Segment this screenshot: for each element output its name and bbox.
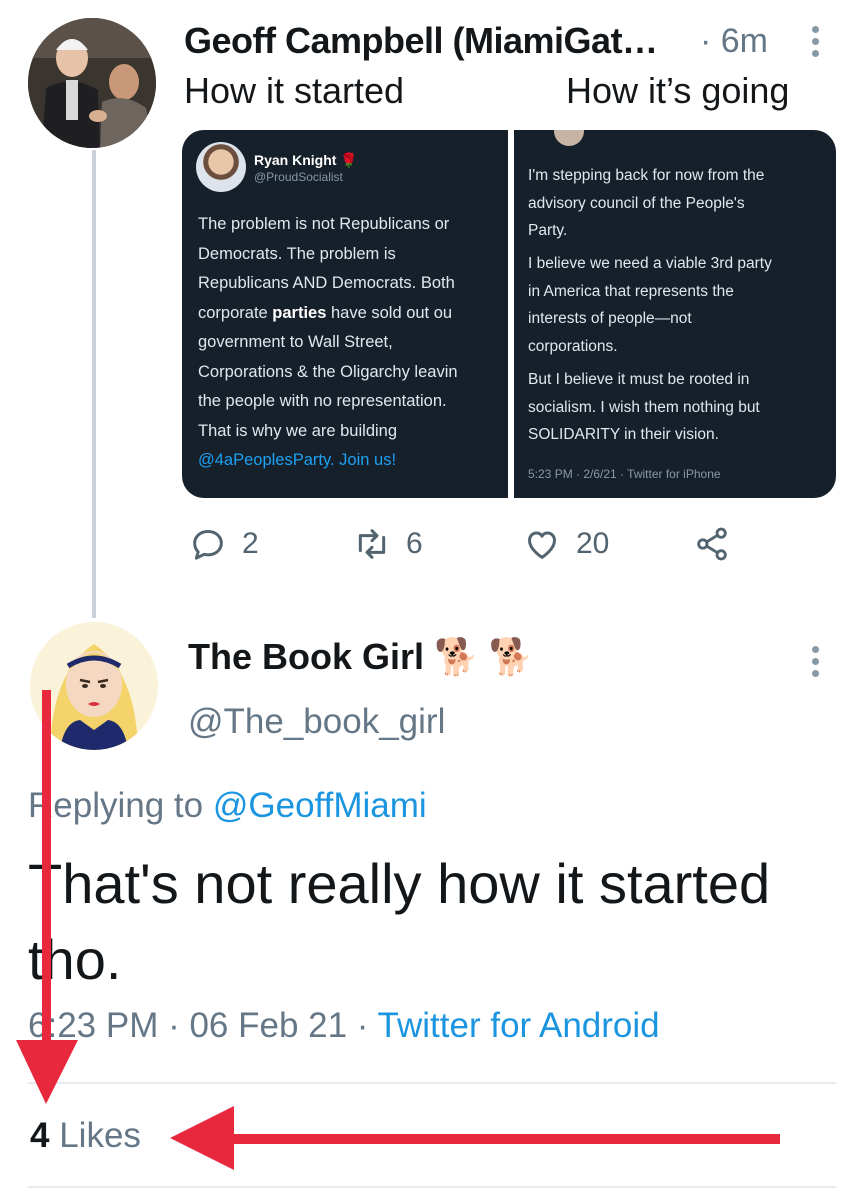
share-icon [697,527,727,561]
retweet-icon [358,529,386,559]
like-button[interactable]: 20 [522,524,609,564]
embedded-mention-link: @4aPeoplesParty. Join us! [198,451,397,469]
avatar[interactable] [28,18,156,148]
reply-icon [193,530,223,560]
embedded-avatar-cropped [554,130,584,146]
tweet-meta: 6:23 PM · 06 Feb 21 · Twitter for Androi… [28,1006,660,1046]
embedded-author-handle: @ProudSocialist [254,170,343,184]
embedded-avatar [196,142,246,192]
retweet-count: 6 [406,527,423,560]
embedded-text-para3: But I believe it must be rooted in socia… [528,371,760,443]
tweet-source-link[interactable]: Twitter for Android [378,1006,660,1045]
arrow-left-shaft [230,1134,780,1144]
embedded-text-para2: I believe we need a viable 3rd party in … [528,255,772,355]
divider [28,1082,836,1084]
thread-connector [92,150,96,618]
likes-label: Likes [59,1116,141,1155]
embedded-text-para1: I'm stepping back for now from the advis… [528,167,765,239]
likes-stat[interactable]: 4 Likes [30,1116,141,1156]
tweet-author-name[interactable]: Geoff Campbell (MiamiGat… [184,20,684,62]
heart-icon [528,531,556,559]
like-count: 20 [576,527,610,560]
share-button[interactable] [692,524,732,564]
tweet-time: · 6m [700,22,768,60]
reply-mention-link[interactable]: @GeoffMiami [213,786,427,825]
likes-count: 4 [30,1116,50,1155]
tweet-media[interactable]: Ryan Knight 🌹 @ProudSocialist The proble… [182,130,836,498]
dog-emoji-icons: 🐕 🐕 [434,636,534,677]
tweet-timestamp[interactable]: 6:23 PM · 06 Feb 21 · [28,1006,368,1045]
media-image-left[interactable]: Ryan Knight 🌹 @ProudSocialist The proble… [182,130,508,498]
embedded-line-bold: corporate parties have sold out ou [198,303,453,322]
tweet-author-name[interactable]: The Book Girl 🐕 🐕 [188,636,534,678]
arrow-left-head [170,1106,234,1170]
embedded-author-name: Ryan Knight 🌹 [254,152,358,168]
divider [28,1186,836,1188]
tweet-actions: 2 6 20 [184,524,744,568]
more-options-icon[interactable] [812,646,820,682]
reply-button[interactable]: 2 [188,524,259,564]
tweet-body: That's not really how it started tho. [28,852,771,991]
tweet-text-right: How it’s going [566,70,790,111]
retweet-button[interactable]: 6 [352,524,423,564]
embedded-timestamp: 5:23 PM · 2/6/21 · Twitter for iPhone [528,467,721,481]
embedded-text-left: The problem is not Republicans or Democr… [198,210,458,476]
more-options-icon[interactable] [812,26,820,62]
avatar[interactable] [30,622,158,750]
media-image-right[interactable]: I'm stepping back for now from the advis… [514,130,836,498]
reply-count: 2 [242,527,259,560]
tweet-author-handle[interactable]: @The_book_girl [188,702,445,742]
reply-context: Replying to @GeoffMiami [28,786,427,825]
tweet-text-left: How it started [184,70,405,111]
arrow-down-head [16,1040,78,1104]
